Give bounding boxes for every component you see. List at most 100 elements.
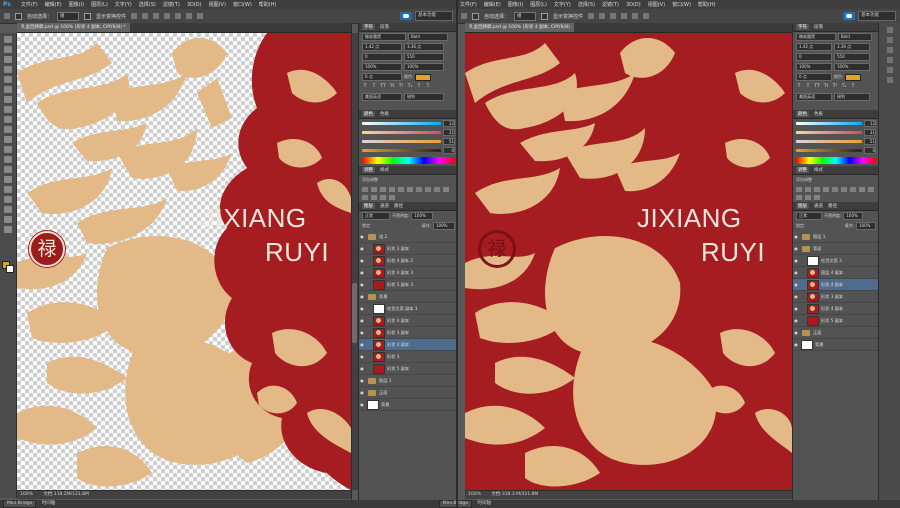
transform-controls-checkbox[interactable]: [541, 12, 549, 20]
cyan-value[interactable]: 12: [864, 120, 876, 127]
leading-field[interactable]: 3.36 点: [404, 43, 444, 51]
workspace-dropdown[interactable]: 基本功能: [858, 11, 896, 21]
menu-select[interactable]: 选择(S): [139, 1, 156, 8]
levels-icon[interactable]: [371, 187, 377, 192]
menu-edit[interactable]: 编辑(E): [45, 1, 62, 8]
menu-layer[interactable]: 图层(L): [530, 1, 547, 8]
layer-visibility-icon[interactable]: ●: [359, 270, 365, 275]
menu-window[interactable]: 窗口(W): [672, 1, 691, 8]
move-tool-icon[interactable]: [461, 13, 467, 19]
tab-channels[interactable]: 通道: [380, 203, 389, 209]
layer-row[interactable]: ● 形状 4 副本 2: [359, 255, 457, 267]
bw-icon[interactable]: [425, 187, 431, 192]
exposure-icon[interactable]: [389, 187, 395, 192]
align-center-icon[interactable]: [175, 13, 182, 19]
layer-visibility-icon[interactable]: ●: [793, 282, 799, 287]
tracking-field[interactable]: 550: [404, 53, 444, 61]
zoom-tool-icon[interactable]: [4, 226, 12, 233]
layer-row[interactable]: ● 图层 1: [793, 231, 879, 243]
black-value[interactable]: 0: [864, 147, 876, 154]
layer-row[interactable]: ● 形状 3 副本: [793, 291, 879, 303]
menu-type[interactable]: 文字(Y): [554, 1, 571, 8]
layer-row[interactable]: ● 形状 4 副本: [793, 279, 879, 291]
menu-file[interactable]: 文件(F): [460, 1, 477, 8]
tab-paths[interactable]: 路径: [394, 203, 403, 209]
bw-icon[interactable]: [859, 187, 865, 192]
eraser-tool-icon[interactable]: [4, 136, 12, 143]
healing-tool-icon[interactable]: [4, 96, 12, 103]
brightness-icon[interactable]: [362, 187, 368, 192]
underline-button[interactable]: T: [850, 84, 856, 90]
layer-row[interactable]: ● 背景: [359, 291, 457, 303]
layer-visibility-icon[interactable]: ●: [359, 354, 365, 359]
pen-tool-icon[interactable]: [4, 176, 12, 183]
layer-visibility-icon[interactable]: ●: [793, 342, 799, 347]
type-tool-icon[interactable]: [4, 186, 12, 193]
blend-mode-field[interactable]: 正常: [796, 212, 822, 220]
layer-row[interactable]: ● 背面: [793, 243, 879, 255]
history-icon[interactable]: [887, 27, 893, 33]
tab-character[interactable]: 字符: [362, 24, 375, 30]
magenta-slider[interactable]: [796, 131, 862, 134]
layer-visibility-icon[interactable]: ●: [359, 258, 365, 263]
kerning-field[interactable]: 0: [796, 53, 832, 61]
layer-row[interactable]: ● 吃货文案 副本 3: [359, 303, 457, 315]
curves-icon[interactable]: [380, 187, 386, 192]
path-select-tool-icon[interactable]: [4, 196, 12, 203]
layer-row[interactable]: ● 形状 5 副本 3: [359, 279, 457, 291]
language-field[interactable]: 美国英语: [796, 93, 832, 101]
zoom-level[interactable]: 100%: [20, 492, 33, 497]
menu-3d[interactable]: 3D(D): [626, 2, 641, 8]
zoom-level[interactable]: 100%: [468, 492, 481, 497]
layer-row[interactable]: ● 图层 1: [359, 375, 457, 387]
layer-visibility-icon[interactable]: ●: [359, 342, 365, 347]
timeline-tab[interactable]: 时间轴: [42, 501, 56, 506]
cyan-value[interactable]: 12: [443, 120, 455, 127]
menu-help[interactable]: 帮助(H): [259, 1, 277, 8]
layer-visibility-icon[interactable]: ●: [359, 378, 365, 383]
opacity-field[interactable]: 100%: [843, 212, 864, 220]
baseline-shift-field[interactable]: 0 点: [796, 73, 832, 81]
cyan-slider[interactable]: [796, 122, 862, 125]
vibrance-icon[interactable]: [398, 187, 404, 192]
canvas-red[interactable]: JIXIANG RUYI 禄: [465, 33, 792, 490]
brush-preset-icon[interactable]: [887, 57, 893, 63]
auto-select-dropdown[interactable]: 组: [514, 11, 537, 21]
timeline-tab-right[interactable]: 时间轴: [478, 501, 492, 506]
align-right-icon[interactable]: [186, 13, 193, 19]
crop-tool-icon[interactable]: [4, 76, 12, 83]
menu-filter[interactable]: 滤镜(T): [163, 1, 180, 8]
canvas-transparent[interactable]: JIXIANG RUYI 禄: [17, 33, 351, 490]
layer-visibility-icon[interactable]: ●: [359, 234, 365, 239]
curves-icon[interactable]: [814, 187, 820, 192]
subscript-button[interactable]: T₁: [407, 84, 413, 90]
menu-window[interactable]: 窗口(W): [233, 1, 252, 8]
transform-controls-checkbox[interactable]: [84, 12, 92, 20]
tab-adjustments[interactable]: 调整: [362, 167, 375, 173]
align-top-icon[interactable]: [131, 13, 138, 19]
faux-italic-button[interactable]: T: [805, 84, 811, 90]
photo-filter-icon[interactable]: [434, 187, 440, 192]
background-color-swatch[interactable]: [6, 265, 14, 273]
magenta-slider[interactable]: [362, 131, 441, 134]
layer-row[interactable]: ● 形状 5 副本: [793, 315, 879, 327]
invert-icon[interactable]: [362, 195, 368, 200]
menu-layer[interactable]: 图层(L): [91, 1, 108, 8]
align-bottom-icon[interactable]: [153, 13, 160, 19]
layer-visibility-icon[interactable]: ●: [359, 402, 365, 407]
align-left-icon[interactable]: [621, 13, 628, 19]
kerning-field[interactable]: 0: [362, 53, 402, 61]
blend-mode-field[interactable]: 正常: [362, 212, 390, 220]
menu-type[interactable]: 文字(Y): [115, 1, 132, 8]
layer-row[interactable]: ● 组 2: [359, 231, 457, 243]
gradient-map-icon[interactable]: [389, 195, 395, 200]
document-tab[interactable]: 礼盒回顾稿.psd @ 100% (形状 4 副本, CMYK/8) *: [17, 23, 130, 32]
font-style-field[interactable]: Bold: [408, 33, 448, 41]
align-bottom-icon[interactable]: [610, 13, 617, 19]
distribute-icon[interactable]: [197, 13, 204, 19]
yellow-slider[interactable]: [796, 140, 862, 143]
layer-row[interactable]: ● 形状 3 副本: [359, 243, 457, 255]
scrollbar-thumb[interactable]: [352, 283, 357, 343]
faux-bold-button[interactable]: T: [362, 84, 368, 90]
channel-mixer-icon[interactable]: [443, 187, 449, 192]
